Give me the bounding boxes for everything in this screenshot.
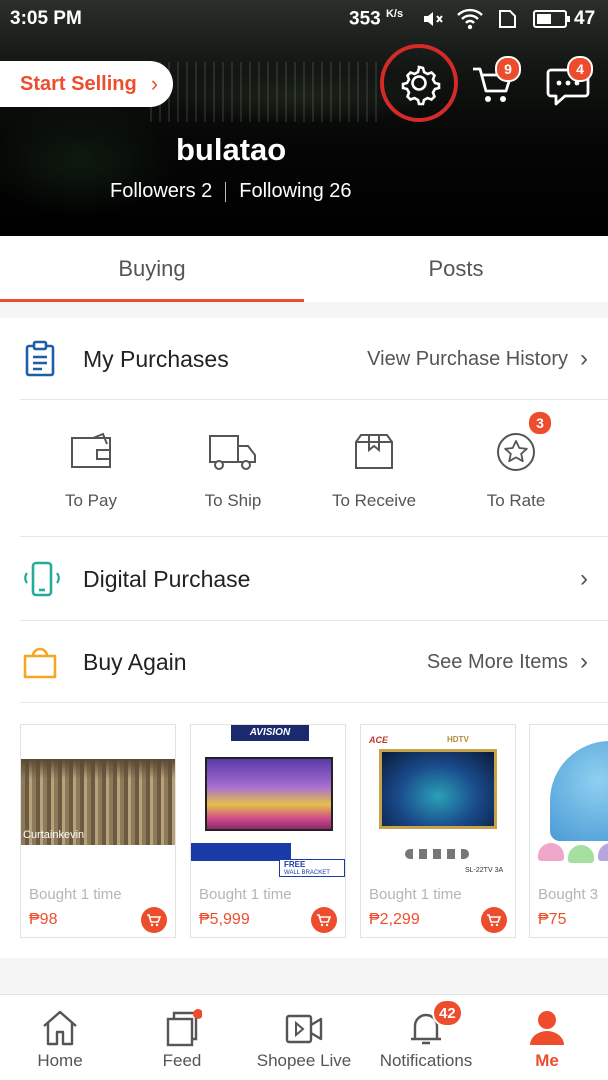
to-receive-button[interactable]: To Receive xyxy=(304,400,444,536)
buying-card: My Purchases View Purchase History › To … xyxy=(0,318,608,958)
product-price: ₱75 xyxy=(538,911,567,928)
header-background-decoration xyxy=(150,62,380,122)
nav-notifications-label: Notifications xyxy=(379,1051,473,1070)
chat-badge: 4 xyxy=(567,56,593,82)
bought-count: Bought 1 time xyxy=(29,886,122,903)
to-ship-label: To Ship xyxy=(204,491,262,510)
cart-badge: 9 xyxy=(495,56,521,82)
bought-count: Bought 1 time xyxy=(369,886,462,903)
network-speed: 353 K/s xyxy=(349,8,404,30)
bought-count: Bought 1 time xyxy=(199,886,292,903)
to-rate-button[interactable]: To Rate 3 xyxy=(446,400,586,536)
add-to-cart-icon[interactable] xyxy=(311,907,337,933)
person-icon xyxy=(527,995,567,1052)
box-icon xyxy=(352,400,396,477)
see-more-items-link[interactable]: See More Items xyxy=(427,651,568,674)
order-status-bar: To Pay To Ship To Receive To Rate 3 xyxy=(0,400,608,536)
add-to-cart-icon[interactable] xyxy=(481,907,507,933)
product-image-tag: HDTV xyxy=(447,735,469,744)
nav-notifications[interactable]: Notifications 42 xyxy=(376,995,476,1080)
feed-icon xyxy=(162,995,203,1052)
product-image-curtain: Curtainkevin xyxy=(21,725,175,881)
followers-count[interactable]: Followers 2 xyxy=(110,180,212,203)
nav-home[interactable]: Home xyxy=(20,995,100,1080)
to-ship-button[interactable]: To Ship xyxy=(163,400,303,536)
home-icon xyxy=(40,995,80,1052)
following-count[interactable]: Following 26 xyxy=(239,180,351,203)
my-purchases-title: My Purchases xyxy=(83,345,229,372)
battery-level: 47 xyxy=(574,8,596,29)
start-selling-label: Start Selling xyxy=(20,72,137,95)
to-receive-label: To Receive xyxy=(331,491,417,510)
buy-again-row[interactable]: Buy Again See More Items › xyxy=(0,621,608,703)
nav-me-label: Me xyxy=(535,1051,559,1070)
chevron-right-icon: › xyxy=(150,71,159,96)
chevron-right-icon: › xyxy=(580,565,588,592)
product-image-hdtv: ACE HDTV SL-22TV 3A xyxy=(361,725,515,881)
digital-purchase-title: Digital Purchase xyxy=(83,565,251,592)
product-image-model: SL-22TV 3A xyxy=(465,867,504,874)
tab-posts[interactable]: Posts xyxy=(304,236,608,302)
product-image-promo: FREE xyxy=(284,860,306,869)
nav-feed[interactable]: Feed xyxy=(142,995,222,1080)
profile-header: 3:05 PM 353 K/s 47 Start Selling › 9 4 b… xyxy=(0,0,608,236)
buy-again-title: Buy Again xyxy=(83,648,187,675)
nav-me[interactable]: Me xyxy=(507,995,587,1080)
start-selling-button[interactable]: Start Selling › xyxy=(0,61,173,107)
product-card[interactable]: Bought 3 ₱75 xyxy=(529,724,608,938)
product-image-tv: AVISION FREE WALL BRACKET xyxy=(191,725,345,881)
wifi-icon xyxy=(457,7,483,37)
divider xyxy=(20,536,608,537)
bottom-navigation: Home Feed Shopee Live Notifications 42 M… xyxy=(0,994,608,1080)
gear-icon[interactable] xyxy=(395,59,443,107)
product-price: ₱98 xyxy=(29,911,58,928)
sim-icon xyxy=(495,7,519,37)
live-video-icon xyxy=(283,995,325,1052)
add-to-cart-icon[interactable] xyxy=(141,907,167,933)
digital-purchase-row[interactable]: Digital Purchase › xyxy=(0,538,608,620)
follow-stats: Followers 2 Following 26 xyxy=(110,180,352,203)
truck-icon xyxy=(208,400,258,477)
buy-again-products[interactable]: Curtainkevin Bought 1 time ₱98 AVISION F… xyxy=(20,724,608,940)
to-pay-label: To Pay xyxy=(65,491,117,510)
to-pay-button[interactable]: To Pay xyxy=(21,400,161,536)
product-card[interactable]: Curtainkevin Bought 1 time ₱98 xyxy=(20,724,176,938)
mute-icon xyxy=(421,7,445,37)
nav-home-label: Home xyxy=(37,1051,83,1070)
product-price: ₱2,299 xyxy=(369,911,420,928)
my-purchases-row[interactable]: My Purchases View Purchase History › xyxy=(0,318,608,400)
wallet-icon xyxy=(69,400,113,477)
username: bulatao xyxy=(176,132,287,167)
tab-buying[interactable]: Buying xyxy=(0,236,304,302)
battery-icon xyxy=(533,7,571,37)
nav-shopee-live-label: Shopee Live xyxy=(256,1051,352,1070)
chevron-right-icon: › xyxy=(580,345,588,372)
status-time: 3:05 PM xyxy=(10,8,82,29)
chevron-right-icon: › xyxy=(580,648,588,675)
product-card[interactable]: AVISION FREE WALL BRACKET Bought 1 time … xyxy=(190,724,346,938)
mobile-phone-icon xyxy=(20,559,60,599)
view-purchase-history-link[interactable]: View Purchase History xyxy=(367,348,568,371)
product-image-promo-sub: WALL BRACKET xyxy=(284,870,330,876)
profile-tabs: Buying Posts xyxy=(0,236,608,302)
product-image-brand: AVISION xyxy=(231,725,309,741)
follow-divider xyxy=(225,181,227,202)
divider xyxy=(20,702,608,703)
product-image-brand: ACE xyxy=(369,735,389,745)
notifications-badge: 42 xyxy=(432,999,463,1027)
status-bar: 3:05 PM 353 K/s 47 xyxy=(0,0,608,38)
to-rate-badge: 3 xyxy=(527,410,553,436)
nav-feed-label: Feed xyxy=(162,1051,202,1070)
product-card[interactable]: ACE HDTV SL-22TV 3A Bought 1 time ₱2,299 xyxy=(360,724,516,938)
bought-count: Bought 3 xyxy=(538,886,599,903)
nav-shopee-live[interactable]: Shopee Live xyxy=(254,995,354,1080)
product-image-umbrella xyxy=(530,725,608,881)
shopping-bag-icon xyxy=(20,642,60,682)
product-price: ₱5,999 xyxy=(199,911,250,928)
clipboard-icon xyxy=(20,339,60,379)
product-image-caption: Curtainkevin xyxy=(23,829,85,841)
to-rate-label: To Rate xyxy=(486,491,546,510)
